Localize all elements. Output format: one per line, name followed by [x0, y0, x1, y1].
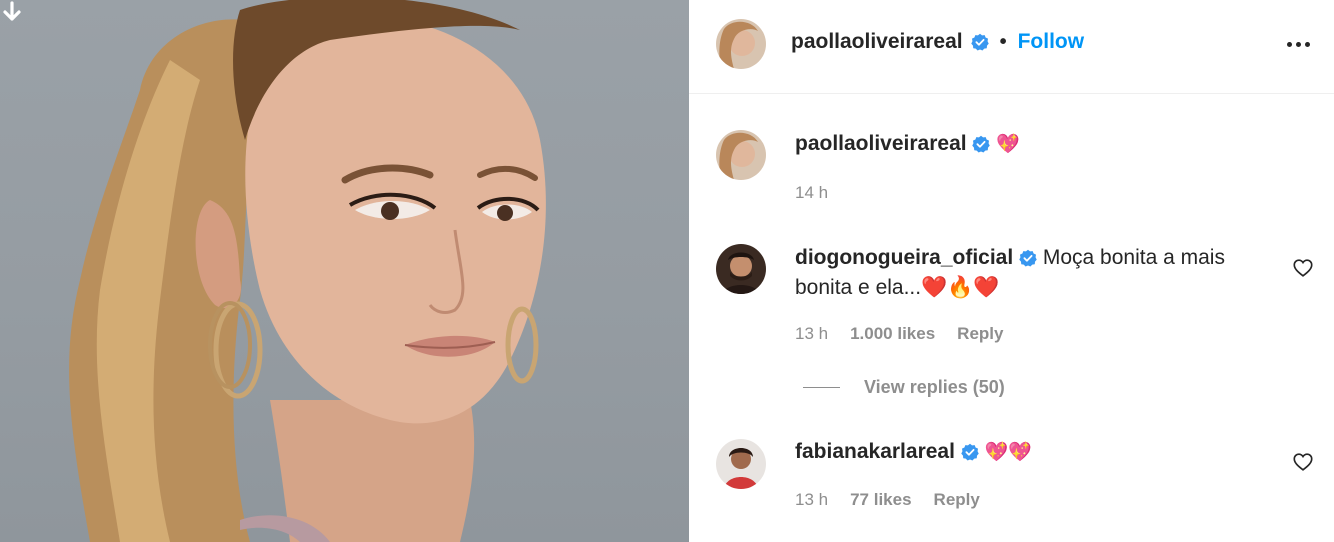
- portrait-image: [69, 0, 546, 542]
- author-avatar[interactable]: [716, 19, 766, 69]
- post-photo[interactable]: [0, 0, 689, 542]
- view-replies-label: View replies (50): [864, 377, 1005, 397]
- replies-line: [803, 387, 840, 388]
- header-separator: •: [999, 30, 1007, 53]
- reply-button[interactable]: Reply: [934, 490, 980, 510]
- verified-badge-icon: [1019, 249, 1037, 267]
- comment-time[interactable]: 13 h: [795, 490, 828, 510]
- follow-button[interactable]: Follow: [1018, 30, 1085, 54]
- comment-text: fabianakarlareal 💖💖: [795, 437, 1032, 467]
- caption-text: paollaoliveirareal 💖: [795, 129, 1020, 159]
- author-username[interactable]: paollaoliveirareal: [791, 30, 963, 54]
- view-replies-button[interactable]: View replies (50): [803, 377, 1005, 398]
- verified-badge-icon: [972, 135, 991, 153]
- comment-meta: 13 h 77 likes Reply: [795, 490, 980, 510]
- caption-username[interactable]: paollaoliveirareal: [795, 132, 967, 155]
- download-arrow-icon[interactable]: [0, 0, 24, 24]
- comment-time[interactable]: 13 h: [795, 324, 828, 344]
- comment-body: 💖💖: [984, 442, 1032, 463]
- comment-likes[interactable]: 1.000 likes: [850, 324, 935, 344]
- comment-username[interactable]: diogonogueira_oficial: [795, 246, 1013, 269]
- caption-meta: 14 h: [795, 183, 828, 203]
- post-side-panel: paollaoliveirareal • Follow paollaolivei…: [689, 0, 1334, 542]
- reply-button[interactable]: Reply: [957, 324, 1003, 344]
- post-header: paollaoliveirareal • Follow: [791, 28, 1084, 56]
- comment-likes[interactable]: 77 likes: [850, 490, 911, 510]
- verified-badge-icon: [961, 443, 979, 461]
- like-heart-icon[interactable]: [1292, 257, 1314, 279]
- verified-badge-icon: [970, 33, 989, 51]
- like-heart-icon[interactable]: [1292, 451, 1314, 473]
- caption-body: 💖: [996, 134, 1020, 155]
- comment-avatar[interactable]: [716, 439, 766, 489]
- header-divider: [689, 93, 1334, 94]
- more-options-icon[interactable]: [1286, 34, 1310, 54]
- caption-avatar[interactable]: [716, 130, 766, 180]
- comment-avatar[interactable]: [716, 244, 766, 294]
- comment-text: diogonogueira_oficial Moça bonita a mais…: [795, 243, 1275, 303]
- caption-time[interactable]: 14 h: [795, 183, 828, 203]
- comment-username[interactable]: fabianakarlareal: [795, 440, 955, 463]
- comment-meta: 13 h 1.000 likes Reply: [795, 324, 1003, 344]
